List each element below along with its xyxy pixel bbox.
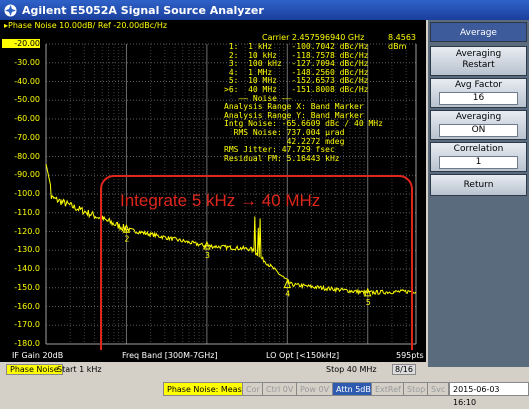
y-tick-label: -60.00 <box>14 114 40 123</box>
ctrl-indicator: Ctrl 0V <box>262 382 298 396</box>
window-title: Agilent E5052A Signal Source Analyzer <box>22 3 264 17</box>
y-tick-label: -90.00 <box>14 170 40 180</box>
y-tick-label: -50.00 <box>14 95 40 105</box>
return-button[interactable]: Return <box>430 174 527 196</box>
correlation-value: 1 <box>439 156 518 169</box>
soft-key-menu: Average Averaging Restart Avg Factor 16 … <box>428 20 529 367</box>
active-trace-tab[interactable]: Phase Noise <box>6 364 63 375</box>
carrier-frequency: Carrier 2.457596940 GHz <box>262 33 365 42</box>
analyzer-window: Agilent E5052A Signal Source Analyzer 23… <box>0 0 529 407</box>
points-status: 595pts <box>396 351 424 360</box>
stop-frequency[interactable]: Stop 40 MHz <box>326 365 377 374</box>
extref-indicator: ExtRef <box>371 382 405 396</box>
instrument-status-bar: Phase Noise: Meas Cor Ctrl 0V Pow 0V Att… <box>0 379 529 407</box>
y-tick-label: -70.00 <box>14 132 40 142</box>
averaging-counter: 8/16 <box>392 364 416 375</box>
lo-opt-status: LO Opt [<150kHz] <box>266 351 340 360</box>
stop-indicator: Stop <box>403 382 430 396</box>
correlation-button[interactable]: Correlation 1 <box>430 142 527 172</box>
averaging-restart-button[interactable]: Averaging Restart <box>430 46 527 76</box>
softkey-label: Avg Factor <box>454 80 503 90</box>
freq-band-status: Freq Band [300M-7GHz] <box>122 351 218 360</box>
measurement-status: Phase Noise: Meas <box>163 382 246 396</box>
pow-indicator: Pow 0V <box>296 382 334 396</box>
attenuation-indicator: Attn 5dB <box>332 382 375 396</box>
integration-range-annotation: Integrate 5 kHz → 40 MHz <box>120 191 321 210</box>
softkey-label: Averaging <box>455 49 502 59</box>
y-tick-label: -160.0 <box>14 301 40 311</box>
y-tick-label: -30.00 <box>14 57 40 67</box>
y-tick-label: -180.0 <box>14 339 40 348</box>
softkey-menu-title: Average <box>430 22 527 42</box>
y-tick-label: -130.0 <box>14 245 40 255</box>
sweep-bar: Phase Noise Start 1 kHz Stop 40 MHz 8/16 <box>0 362 426 377</box>
avg-factor-value: 16 <box>439 92 518 105</box>
averaging-toggle-button[interactable]: Averaging ON <box>430 110 527 140</box>
readout-line: Residual FM: 5.16443 kHz <box>224 153 340 163</box>
softkey-value: Restart <box>462 60 495 70</box>
softkey-label: Averaging <box>455 112 502 122</box>
y-tick-label: -20.00 <box>2 39 40 48</box>
channel-status-bar: IF Gain 20dB Freq Band [300M-7GHz] LO Op… <box>0 350 426 362</box>
title-bar: Agilent E5052A Signal Source Analyzer <box>0 0 529 20</box>
trace-header: ▸Phase Noise 10.00dB/ Ref -20.00dBc/Hz <box>4 21 168 30</box>
if-gain-status: IF Gain 20dB <box>12 351 64 360</box>
start-frequency[interactable]: Start 1 kHz <box>57 365 102 374</box>
y-tick-label: -110.0 <box>14 207 40 217</box>
marker-readout-table: 1: 1 kHz -100.7042 dBc/Hz 2: 10 kHz -118… <box>224 42 383 163</box>
y-tick-label: -40.00 <box>14 76 40 86</box>
svc-indicator: Svc <box>427 382 450 396</box>
y-tick-label: -140.0 <box>14 264 40 273</box>
agilent-logo-icon <box>4 4 17 16</box>
y-tick-label: -150.0 <box>14 282 40 292</box>
softkey-label: Correlation <box>453 144 504 154</box>
carrier-power: 8.4563 dBm <box>388 33 416 51</box>
y-tick-label: -170.0 <box>14 320 40 330</box>
y-tick-label: -100.0 <box>14 189 40 198</box>
averaging-state-value: ON <box>439 124 518 137</box>
avg-factor-button[interactable]: Avg Factor 16 <box>430 78 527 108</box>
date-time: 2015-06-03 16:10 <box>449 382 529 407</box>
y-tick-label: -120.0 <box>14 226 40 236</box>
phase-noise-plot[interactable]: 2345 ▸Phase Noise 10.00dB/ Ref -20.00dBc… <box>0 20 426 365</box>
y-tick-label: -80.00 <box>14 151 40 161</box>
cor-indicator: Cor <box>242 382 264 396</box>
